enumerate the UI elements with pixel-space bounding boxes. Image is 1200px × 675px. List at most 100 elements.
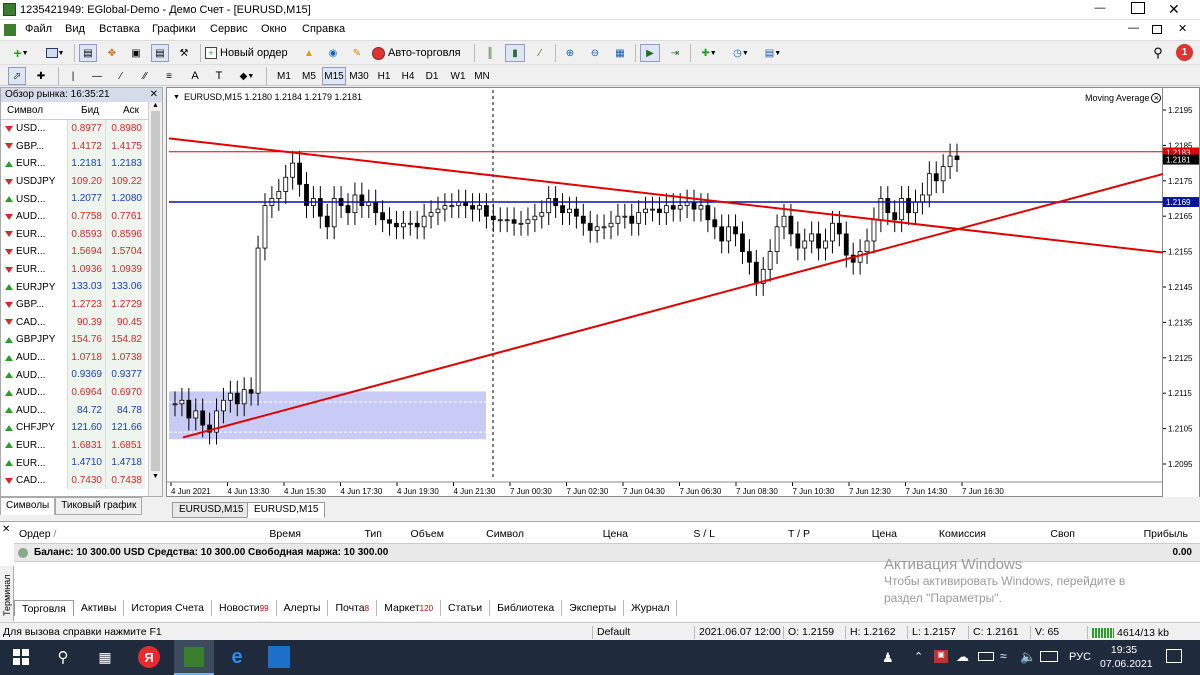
market-watch-row[interactable]: EUR... 1.4710 1.4718 [1,454,162,472]
market-watch-row[interactable]: USDJPY 109.20 109.22 [1,172,162,191]
indicator-close-icon[interactable]: × [1151,93,1162,103]
terminal-tab[interactable]: Почта8 [328,600,378,616]
menu-help[interactable]: Справка [302,23,345,35]
minimize-icon[interactable]: — [1090,2,1110,14]
col-price2[interactable]: Цена [810,528,897,540]
tab-symbols[interactable]: Символы [0,497,56,515]
tray-wifi-icon[interactable]: ≈ [1000,649,1007,663]
market-watch-row[interactable]: EUR... 1.6831 1.6851 [1,436,162,455]
tester-button[interactable]: ⚒ [175,44,193,62]
close-icon[interactable]: ✕ [1168,1,1180,18]
chart-tab-2[interactable]: EURUSD,M15 [247,502,326,518]
scroll-thumb[interactable] [151,111,160,471]
market-watch-row[interactable]: AUD... 84.72 84.78 [1,401,162,420]
restore-icon[interactable] [1131,2,1145,14]
terminal-tab[interactable]: Статьи [441,600,491,616]
col-profit[interactable]: Прибыль [1075,528,1188,540]
new-chart-button[interactable]: + ▼ [6,44,36,62]
tf-w1[interactable]: W1 [447,67,469,85]
terminal-tab[interactable]: Торговля [14,600,74,616]
terminal-close-icon[interactable]: ✕ [2,524,10,535]
menu-charts[interactable]: Графики [152,23,196,35]
zoom-in-icon[interactable]: ⊕ [560,44,580,62]
tf-m15[interactable]: M15 [322,67,346,85]
templates-button[interactable]: ▤ ▼ [759,44,787,62]
search-icon[interactable]: ⚲ [1150,44,1166,62]
connection-status[interactable]: 4614/13 kb [1087,626,1169,639]
col-order[interactable]: Ордер / [14,528,69,540]
terminal-tab[interactable]: Алерты [277,600,329,616]
photos-icon[interactable] [268,646,290,668]
status-profile[interactable]: Default [592,626,630,639]
line-chart-button[interactable]: ∕ [530,44,550,62]
chart-window[interactable]: 4 Jun 2021 4 Jun 13:30 4 Jun 15:30 4 Jun 17… [166,87,1164,498]
fibonacci-icon[interactable]: ≡ [160,67,178,85]
edge-icon[interactable]: e [226,646,248,668]
terminal-tab[interactable]: Журнал [624,600,678,616]
col-symbol[interactable]: Символ [444,528,524,540]
market-watch-row[interactable]: AUD... 0.7758 0.7761 [1,207,162,226]
market-watch-row[interactable]: AUD... 0.9369 0.9377 [1,366,162,384]
tray-language[interactable]: РУС [1069,651,1091,663]
col-tp[interactable]: T / P [715,528,810,540]
crosshair-icon[interactable]: ✚ [32,67,50,85]
col-sl[interactable]: S / L [628,528,715,540]
text-icon[interactable]: A [186,67,204,85]
terminal-tab[interactable]: Эксперты [562,600,625,616]
market-watch-row[interactable]: CAD... 90.39 90.45 [1,313,162,332]
market-watch-close-icon[interactable]: ✕ [150,88,158,102]
auto-trading-button[interactable]: Авто-торговля [372,44,470,62]
col-bid[interactable]: Бид [67,102,105,119]
new-order-button[interactable]: + Новый ордер [205,44,295,62]
tf-m30[interactable]: M30 [347,67,371,85]
autoscroll-button[interactable]: ▶ [640,44,660,62]
yandex-icon[interactable]: Я [138,646,160,668]
metatrader-taskbar-icon[interactable] [174,640,214,675]
zoom-out-icon[interactable]: ⊖ [585,44,605,62]
profiles-button[interactable]: ▼ [40,44,70,62]
tray-clock[interactable]: 19:35 07.06.2021 [1100,643,1153,671]
tray-chevron-icon[interactable]: ⌃ [914,650,923,663]
child-close-icon[interactable]: ✕ [1178,22,1187,35]
market-watch-row[interactable]: EUR... 1.5694 1.5704 [1,243,162,261]
col-volume[interactable]: Объем [382,528,444,540]
tab-tick-chart[interactable]: Тиковый график [55,497,143,515]
signals-button[interactable]: ◉ [324,44,342,62]
task-view-icon[interactable]: ▦ [94,646,116,668]
tray-people-icon[interactable]: ♟ [882,650,894,666]
col-price[interactable]: Цена [524,528,628,540]
horizontal-line-icon[interactable]: — [88,67,106,85]
terminal-tab[interactable]: Новости99 [212,600,277,616]
market-watch-row[interactable]: AUD... 1.0718 1.0738 [1,348,162,367]
col-commission[interactable]: Комиссия [897,528,986,540]
col-symbol[interactable]: Символ [1,102,67,119]
terminal-button[interactable]: ▤ [151,44,169,62]
market-watch-row[interactable]: USD... 1.2077 1.2080 [1,190,162,208]
text-label-icon[interactable]: T [210,67,228,85]
notification-badge[interactable]: 1 [1176,44,1193,61]
market-watch-row[interactable]: GBP... 1.4172 1.4175 [1,137,162,156]
market-button[interactable]: ▲ [300,44,318,62]
candle-chart-button[interactable]: ▮ [505,44,525,62]
menu-file[interactable]: Файл [25,23,52,35]
bar-chart-button[interactable]: ║ [480,44,500,62]
menu-window[interactable]: Окно [261,23,287,35]
market-watch-row[interactable]: AUD... 0.6964 0.6970 [1,383,162,402]
price-scale[interactable]: 1.2195 1.2185 1.2175 1.2165 1.2155 1.2145 1.21… [1163,87,1200,497]
terminal-tab[interactable]: Активы [74,600,125,616]
chart-dropdown-icon[interactable]: ▼ [173,94,180,101]
channel-icon[interactable]: ∕∕ [136,67,154,85]
cursor-icon[interactable]: ⬀ [8,67,26,85]
tray-battery-icon[interactable] [978,652,994,661]
market-watch-row[interactable]: EUR... 0.8593 0.8596 [1,225,162,244]
tf-h4[interactable]: H4 [398,67,418,85]
navigator-button[interactable]: ✥ [103,44,121,62]
market-watch-scrollbar[interactable]: ▲ ▼ [148,102,162,496]
tf-m1[interactable]: M1 [273,67,295,85]
candlestick-chart[interactable]: 4 Jun 2021 4 Jun 13:30 4 Jun 15:30 4 Jun 17… [167,88,1164,498]
col-swap[interactable]: Своп [986,528,1075,540]
terminal-tab[interactable]: История Счета [124,600,212,616]
tf-h1[interactable]: H1 [374,67,394,85]
chart-tab-1[interactable]: EURUSD,M15 [172,502,251,518]
tile-windows-button[interactable]: ▦ [610,44,630,62]
